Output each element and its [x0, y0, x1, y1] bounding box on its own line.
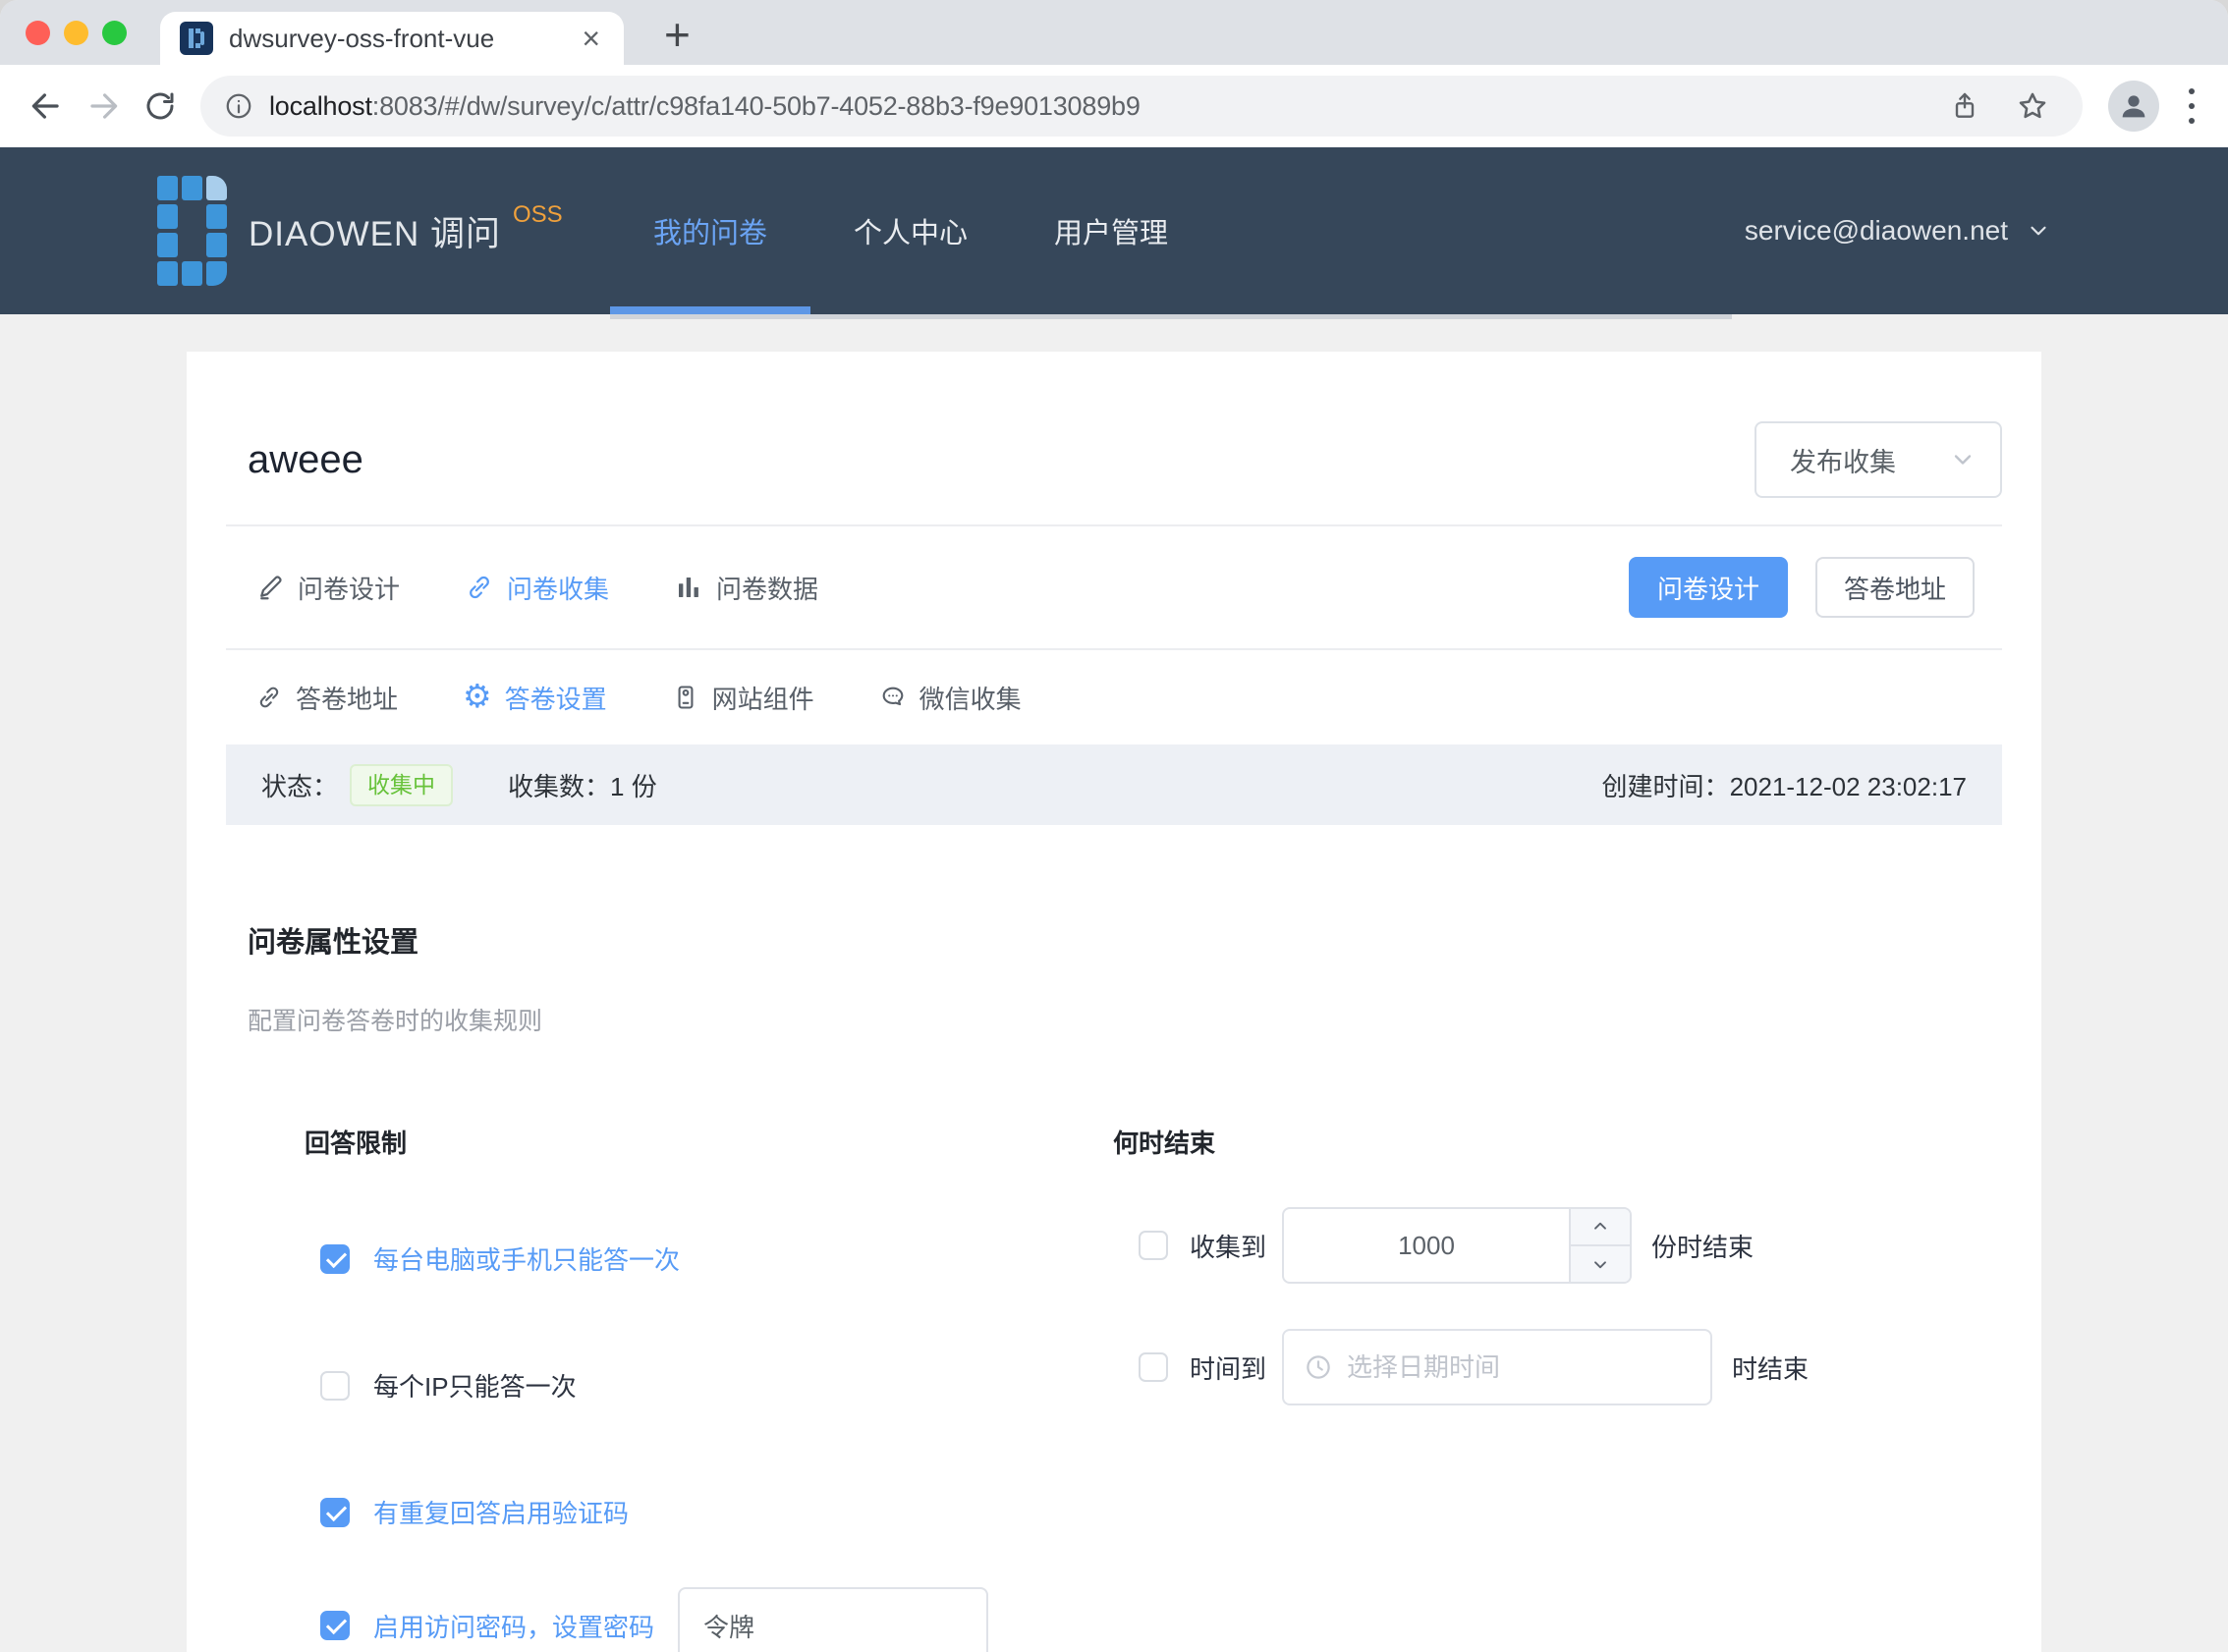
- new-tab-button[interactable]: +: [664, 8, 691, 61]
- spinner-up-icon[interactable]: [1571, 1209, 1630, 1244]
- chevron-down-icon: [2026, 218, 2051, 244]
- browser-toolbar: localhost:8083/#/dw/survey/c/attr/c98fa1…: [0, 65, 2228, 147]
- browser-menu-icon[interactable]: [2173, 88, 2210, 124]
- bookmark-star-icon[interactable]: [2006, 89, 2059, 123]
- back-icon[interactable]: [18, 78, 75, 135]
- link-icon: [255, 684, 283, 711]
- tab-answer-address[interactable]: 答卷地址: [255, 680, 398, 716]
- chevron-down-icon: [1949, 446, 1977, 473]
- share-icon[interactable]: [1939, 90, 1990, 122]
- url-path: :8083/#/dw/survey/c/attr/c98fa140-50b7-4…: [372, 91, 1141, 121]
- menu-item-user-management[interactable]: 用户管理: [1011, 147, 1211, 314]
- tab-close-icon[interactable]: ×: [578, 23, 604, 54]
- browser-tab[interactable]: dwsurvey-oss-front-vue ×: [160, 12, 624, 65]
- survey-card: aweee 发布收集 问卷设计: [187, 352, 2041, 1652]
- tab-wechat-collect[interactable]: 微信收集: [879, 680, 1022, 716]
- end-datetime-input[interactable]: [1347, 1352, 1691, 1383]
- diaowen-logo-icon: [157, 176, 227, 286]
- answer-limit-heading: 回答限制: [305, 1124, 1113, 1160]
- status-badge: 收集中: [350, 764, 453, 806]
- page-background: aweee 发布收集 问卷设计: [0, 314, 2228, 1652]
- user-dropdown[interactable]: service@diaowen.net: [1745, 147, 2051, 314]
- gear-icon: ⚙: [463, 680, 492, 712]
- settings-form: 回答限制 每台电脑或手机只能答一次 每个IP只能答一次 有重复回答启用验证码: [226, 1124, 2002, 1652]
- app-navbar: DIAOWEN 调问 OSS 我的问卷 个人中心 用户管理 service@di…: [0, 147, 2228, 314]
- menu-bottom-strip: [610, 314, 1732, 319]
- card-header: aweee 发布收集: [226, 352, 2002, 524]
- answer-limit-column: 回答限制 每台电脑或手机只能答一次 每个IP只能答一次 有重复回答启用验证码: [305, 1124, 1113, 1652]
- publish-collect-value: 发布收集: [1790, 441, 1896, 479]
- brand[interactable]: DIAOWEN 调问 OSS: [157, 176, 563, 286]
- menu-item-my-surveys[interactable]: 我的问卷: [610, 147, 810, 314]
- minimize-window-button[interactable]: [64, 21, 88, 45]
- user-email: service@diaowen.net: [1745, 215, 2008, 247]
- option-one-answer-per-ip[interactable]: 每个IP只能答一次: [305, 1367, 1113, 1404]
- number-spinner: [1569, 1209, 1630, 1282]
- browser-tab-strip: dwsurvey-oss-front-vue × +: [0, 0, 2228, 65]
- tab-website-widget[interactable]: 网站组件: [672, 680, 814, 716]
- primary-tab-row: 问卷设计 问卷收集 问卷数据: [226, 526, 2002, 648]
- survey-design-button[interactable]: 问卷设计: [1629, 557, 1788, 618]
- collect-count-value-input[interactable]: [1284, 1209, 1569, 1282]
- end-by-time-row: 时间到 时结束: [1113, 1329, 2002, 1405]
- answer-address-button[interactable]: 答卷地址: [1815, 557, 1975, 618]
- close-window-button[interactable]: [26, 21, 50, 45]
- end-by-count-row: 收集到 份时结束: [1113, 1207, 2002, 1284]
- tab-answer-settings[interactable]: ⚙ 答卷设置: [463, 680, 607, 716]
- bar-chart-icon: [674, 573, 703, 602]
- favicon: [180, 22, 213, 55]
- reload-icon[interactable]: [132, 78, 189, 135]
- checkbox[interactable]: [1139, 1231, 1168, 1260]
- link-icon: [465, 573, 494, 602]
- tab-survey-data[interactable]: 问卷数据: [674, 570, 818, 606]
- main-menu: 我的问卷 个人中心 用户管理: [610, 147, 1211, 314]
- url-text: localhost:8083/#/dw/survey/c/attr/c98fa1…: [269, 91, 1923, 122]
- url-bar[interactable]: localhost:8083/#/dw/survey/c/attr/c98fa1…: [200, 76, 2083, 137]
- widget-icon: [672, 684, 699, 711]
- window-controls: [26, 21, 127, 45]
- publish-collect-select[interactable]: 发布收集: [1755, 421, 2002, 498]
- option-one-answer-per-device[interactable]: 每台电脑或手机只能答一次: [305, 1240, 1113, 1277]
- site-info-icon[interactable]: [224, 91, 253, 121]
- secondary-tab-row: 答卷地址 ⚙ 答卷设置 网站组件: [226, 650, 2002, 744]
- forward-icon[interactable]: [75, 78, 132, 135]
- option-access-password[interactable]: 启用访问密码，设置密码: [305, 1587, 1113, 1652]
- chat-bubble-icon: [879, 684, 907, 711]
- browser-window: dwsurvey-oss-front-vue × + localhost:808…: [0, 0, 2228, 1652]
- collect-count: 收集数：1 份: [508, 767, 657, 803]
- created-time: 创建时间：2021-12-02 23:02:17: [1602, 767, 1967, 803]
- access-password-input[interactable]: [678, 1587, 988, 1652]
- header-actions: 问卷设计 答卷地址: [1629, 557, 1975, 618]
- browser-profile-avatar[interactable]: [2108, 81, 2159, 132]
- end-rules-column: 何时结束 收集到: [1113, 1124, 2002, 1652]
- tab-survey-design[interactable]: 问卷设计: [255, 570, 400, 606]
- spinner-down-icon[interactable]: [1571, 1244, 1630, 1282]
- status-bar: 状态： 收集中 收集数：1 份 创建时间：2021-12-02 23:02:17: [226, 744, 2002, 825]
- status-label: 状态：: [261, 767, 338, 803]
- checkbox[interactable]: [320, 1371, 350, 1401]
- survey-title: aweee: [248, 438, 363, 482]
- settings-subheading: 配置问卷答卷时的收集规则: [248, 1002, 2002, 1037]
- end-rules-heading: 何时结束: [1113, 1124, 2002, 1160]
- tab-title: dwsurvey-oss-front-vue: [229, 24, 562, 54]
- brand-name: DIAOWEN 调问: [249, 206, 501, 256]
- option-captcha-on-repeat[interactable]: 有重复回答启用验证码: [305, 1494, 1113, 1530]
- clock-icon: [1304, 1352, 1333, 1382]
- menu-item-personal-center[interactable]: 个人中心: [810, 147, 1011, 314]
- url-host: localhost: [269, 91, 372, 121]
- brand-badge: OSS: [513, 201, 563, 229]
- maximize-window-button[interactable]: [102, 21, 127, 45]
- collect-count-number-input: [1282, 1207, 1632, 1284]
- checkbox[interactable]: [320, 1498, 350, 1527]
- checkbox[interactable]: [320, 1244, 350, 1274]
- pencil-icon: [255, 573, 285, 602]
- checkbox[interactable]: [320, 1611, 350, 1640]
- checkbox[interactable]: [1139, 1352, 1168, 1382]
- end-datetime-picker[interactable]: [1282, 1329, 1712, 1405]
- settings-heading: 问卷属性设置: [248, 919, 2002, 961]
- tab-survey-collect[interactable]: 问卷收集: [465, 570, 609, 606]
